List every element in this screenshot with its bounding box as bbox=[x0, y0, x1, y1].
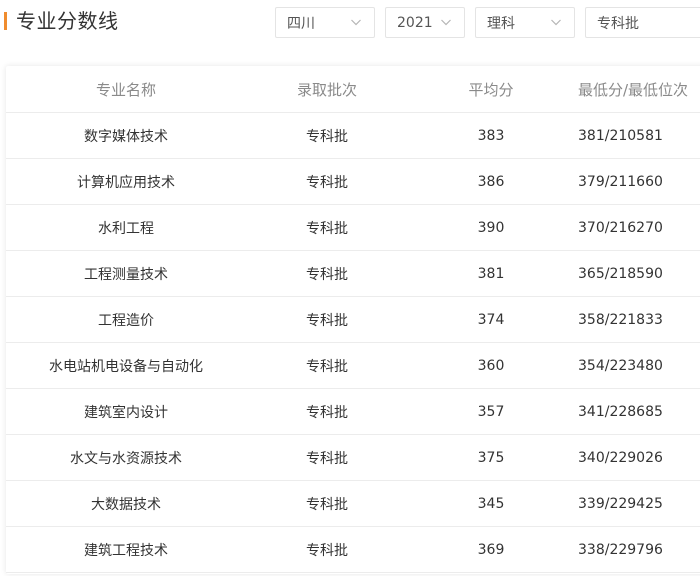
cell-batch: 专科批 bbox=[246, 480, 408, 527]
cell-average: 390 bbox=[408, 204, 574, 251]
table-header: 专业名称 录取批次 平均分 最低分/最低位次 bbox=[6, 66, 700, 113]
score-table-card: 专业名称 录取批次 平均分 最低分/最低位次 数字媒体技术 专科批 383 38… bbox=[6, 66, 700, 574]
chevron-down-icon bbox=[551, 19, 561, 26]
year-select[interactable]: 2021 bbox=[385, 7, 465, 38]
province-select[interactable]: 四川 bbox=[275, 7, 375, 38]
cell-batch: 专科批 bbox=[246, 112, 408, 159]
cell-batch: 专科批 bbox=[246, 204, 408, 251]
cell-major: 计算机应用技术 bbox=[6, 158, 246, 205]
table-row: 工程测量技术 专科批 381 365/218590 bbox=[6, 250, 700, 297]
table-body: 数字媒体技术 专科批 383 381/210581 计算机应用技术 专科批 38… bbox=[6, 112, 700, 573]
cell-major: 工程造价 bbox=[6, 296, 246, 343]
table-row: 水电站机电设备与自动化 专科批 360 354/223480 bbox=[6, 342, 700, 389]
cell-average: 369 bbox=[408, 526, 574, 573]
cell-min-score-rank: 365/218590 bbox=[574, 250, 700, 297]
subject-select-value: 理科 bbox=[487, 15, 515, 32]
cell-average: 357 bbox=[408, 388, 574, 435]
cell-batch: 专科批 bbox=[246, 526, 408, 573]
column-header-major: 专业名称 bbox=[6, 66, 246, 113]
cell-min-score-rank: 340/229026 bbox=[574, 434, 700, 481]
cell-min-score-rank: 379/211660 bbox=[574, 158, 700, 205]
cell-min-score-rank: 354/223480 bbox=[574, 342, 700, 389]
table-row: 大数据技术 专科批 345 339/229425 bbox=[6, 480, 700, 527]
cell-batch: 专科批 bbox=[246, 388, 408, 435]
subject-select[interactable]: 理科 bbox=[475, 7, 575, 38]
table-row: 建筑工程技术 专科批 369 338/229796 bbox=[6, 526, 700, 573]
cell-major: 数字媒体技术 bbox=[6, 112, 246, 159]
cell-average: 345 bbox=[408, 480, 574, 527]
cell-major: 大数据技术 bbox=[6, 480, 246, 527]
column-header-min-score-rank: 最低分/最低位次 bbox=[574, 66, 700, 113]
batch-select[interactable]: 专科批 bbox=[585, 7, 700, 38]
cell-min-score-rank: 339/229425 bbox=[574, 480, 700, 527]
cell-batch: 专科批 bbox=[246, 296, 408, 343]
cell-min-score-rank: 338/229796 bbox=[574, 526, 700, 573]
table-row: 数字媒体技术 专科批 383 381/210581 bbox=[6, 112, 700, 159]
table-row: 建筑室内设计 专科批 357 341/228685 bbox=[6, 388, 700, 435]
table-row: 水利工程 专科批 390 370/216270 bbox=[6, 204, 700, 251]
cell-average: 386 bbox=[408, 158, 574, 205]
cell-min-score-rank: 358/221833 bbox=[574, 296, 700, 343]
cell-major: 水文与水资源技术 bbox=[6, 434, 246, 481]
table-row: 计算机应用技术 专科批 386 379/211660 bbox=[6, 158, 700, 205]
chevron-down-icon bbox=[351, 19, 361, 26]
cell-major: 工程测量技术 bbox=[6, 250, 246, 297]
cell-major: 水利工程 bbox=[6, 204, 246, 251]
column-header-batch: 录取批次 bbox=[246, 66, 408, 113]
cell-batch: 专科批 bbox=[246, 250, 408, 297]
cell-min-score-rank: 341/228685 bbox=[574, 388, 700, 435]
cell-min-score-rank: 381/210581 bbox=[574, 112, 700, 159]
page-header: 专业分数线 四川 2021 理科 专科批 bbox=[0, 0, 700, 44]
cell-average: 381 bbox=[408, 250, 574, 297]
cell-average: 374 bbox=[408, 296, 574, 343]
year-select-value: 2021 bbox=[397, 14, 433, 31]
title-accent-bar bbox=[4, 12, 7, 30]
page-title: 专业分数线 bbox=[16, 9, 119, 33]
table-header-row: 专业名称 录取批次 平均分 最低分/最低位次 bbox=[6, 66, 700, 113]
cell-batch: 专科批 bbox=[246, 158, 408, 205]
score-table: 专业名称 录取批次 平均分 最低分/最低位次 数字媒体技术 专科批 383 38… bbox=[6, 66, 700, 573]
cell-major: 水电站机电设备与自动化 bbox=[6, 342, 246, 389]
cell-min-score-rank: 370/216270 bbox=[574, 204, 700, 251]
cell-average: 383 bbox=[408, 112, 574, 159]
title-group: 专业分数线 bbox=[4, 10, 119, 32]
cell-average: 360 bbox=[408, 342, 574, 389]
column-header-average: 平均分 bbox=[408, 66, 574, 113]
batch-select-value: 专科批 bbox=[597, 15, 639, 32]
cell-average: 375 bbox=[408, 434, 574, 481]
cell-major: 建筑室内设计 bbox=[6, 388, 246, 435]
cell-major: 建筑工程技术 bbox=[6, 526, 246, 573]
cell-batch: 专科批 bbox=[246, 434, 408, 481]
province-select-value: 四川 bbox=[287, 15, 315, 32]
chevron-down-icon bbox=[441, 19, 451, 26]
cell-batch: 专科批 bbox=[246, 342, 408, 389]
table-row: 水文与水资源技术 专科批 375 340/229026 bbox=[6, 434, 700, 481]
table-row: 工程造价 专科批 374 358/221833 bbox=[6, 296, 700, 343]
